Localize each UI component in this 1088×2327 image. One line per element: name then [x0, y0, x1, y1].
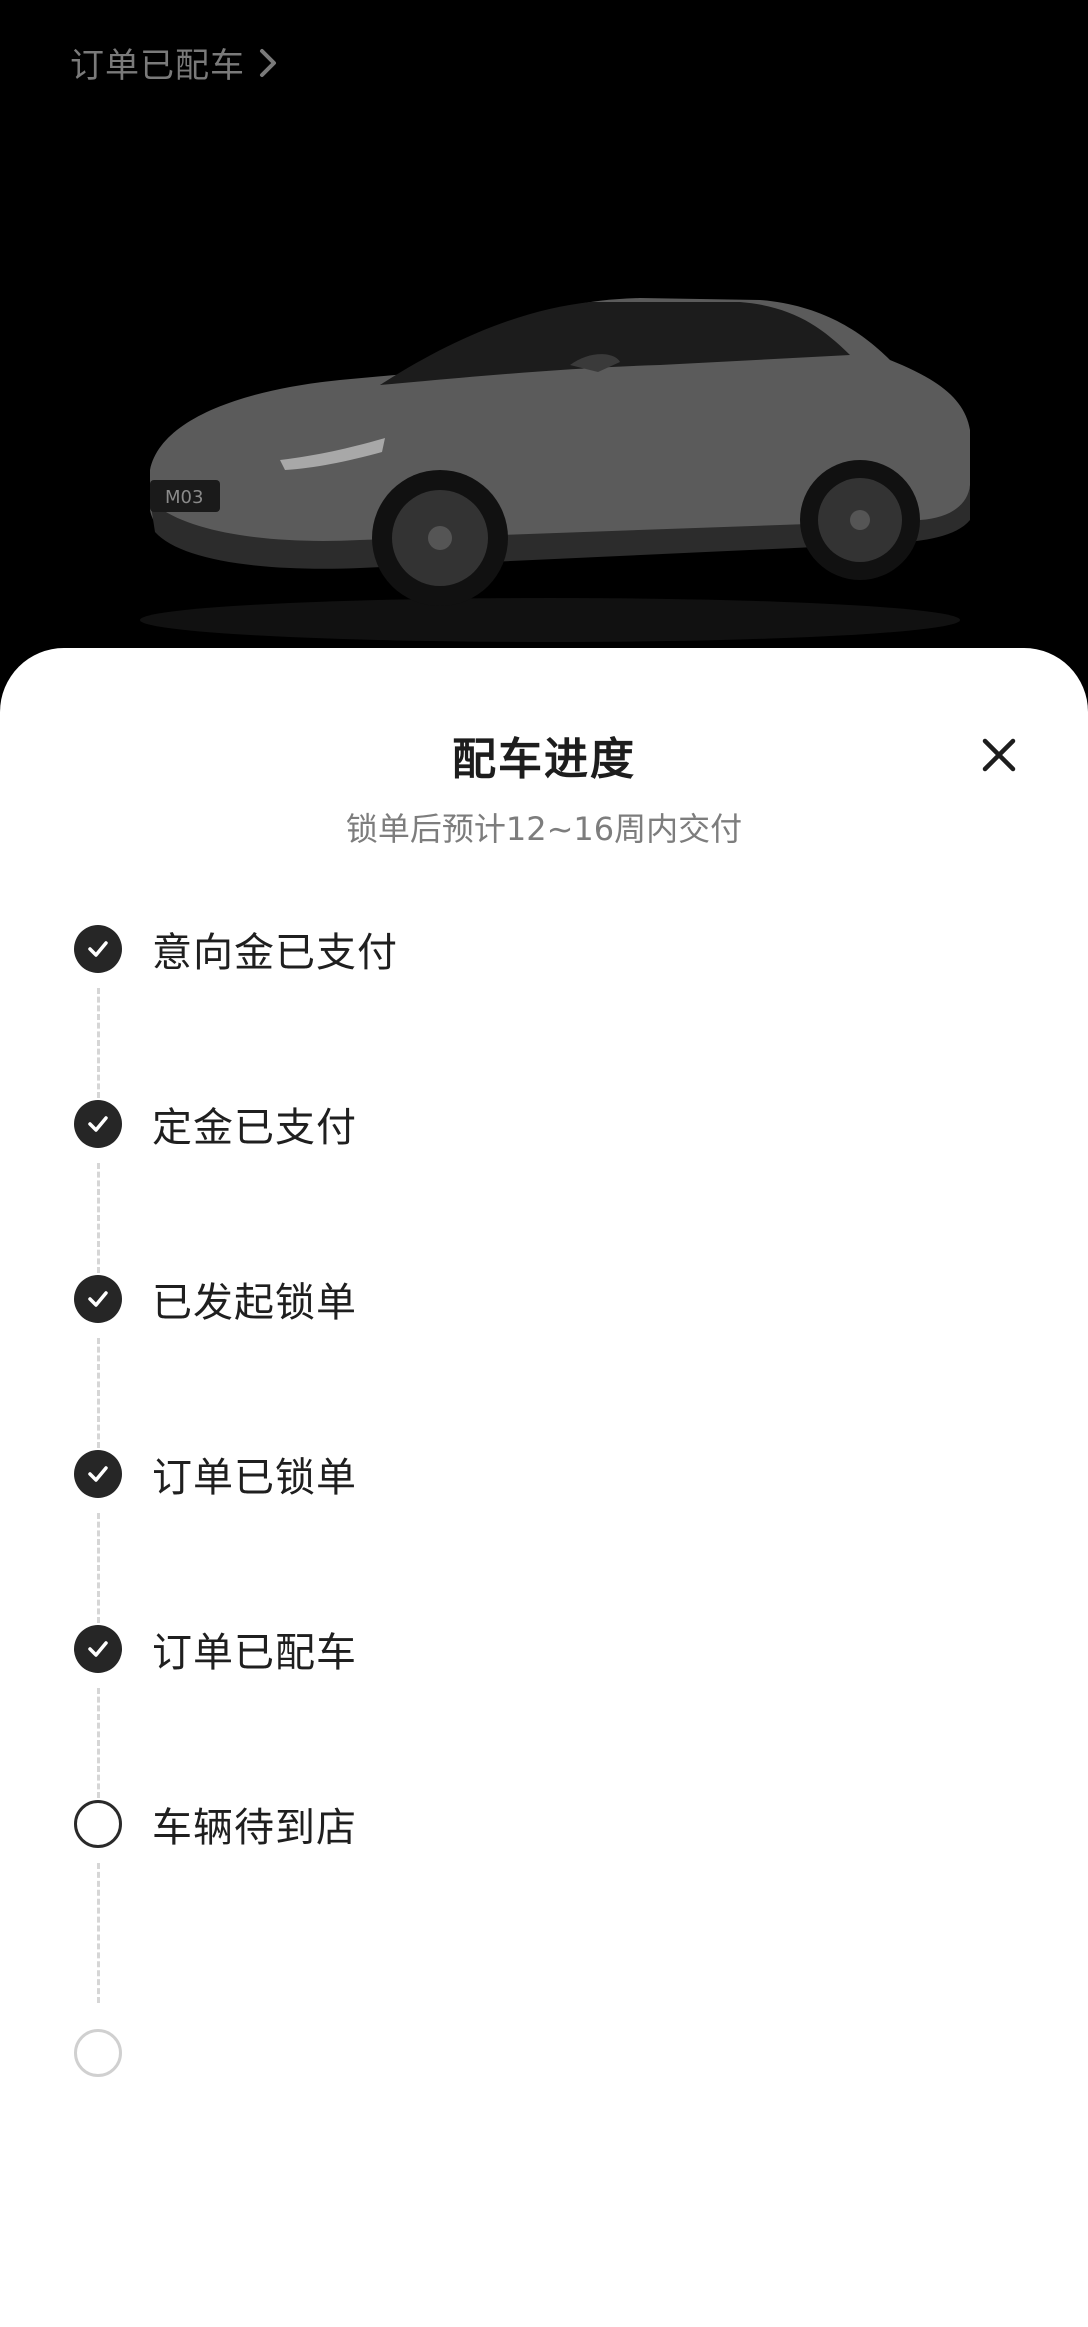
step-label: 订单已配车: [152, 1630, 357, 1676]
timeline-connector: [97, 1163, 100, 1273]
empty-circle-icon: [74, 1800, 122, 1848]
breadcrumb[interactable]: 订单已配车: [70, 38, 281, 87]
check-circle-icon: [74, 1450, 122, 1498]
progress-timeline: 意向金已支付 定金已支付 已发起锁单 订单已锁单 订单已配车 车辆待到店: [0, 648, 1088, 2327]
check-circle-icon: [74, 1625, 122, 1673]
breadcrumb-label: 订单已配车: [70, 46, 245, 86]
timeline-connector: [97, 1338, 100, 1448]
car-image: M03: [140, 298, 970, 642]
step-label: 已发起锁单: [152, 1280, 357, 1326]
empty-circle-icon: [74, 2029, 122, 2077]
timeline-step: 定金已支付: [74, 1099, 357, 1151]
timeline-connector: [97, 988, 100, 1098]
svg-text:M03: M03: [165, 487, 203, 508]
progress-sheet: 配车进度 锁单后预计12~16周内交付 意向金已支付 定金已支付 已发起锁单 订…: [0, 648, 1088, 2327]
step-label: 定金已支付: [152, 1105, 357, 1151]
check-circle-icon: [74, 1100, 122, 1148]
step-label: 意向金已支付: [152, 930, 398, 976]
step-label: 订单已锁单: [152, 1455, 357, 1501]
timeline-step: 已发起锁单: [74, 1274, 357, 1326]
timeline-step: 意向金已支付: [74, 924, 398, 976]
check-circle-icon: [74, 925, 122, 973]
step-label: 车辆待到店: [152, 1805, 357, 1851]
timeline-step: 车辆待到店: [74, 1799, 357, 1851]
timeline-connector: [97, 1863, 100, 2003]
chevron-right-icon: [260, 48, 276, 77]
timeline-connector: [97, 1513, 100, 1623]
timeline-step: [74, 2028, 152, 2078]
order-progress-screen: 订单已配车 M03 配车进度 锁单后预计12~16周内交付 意向金已支付 定金已…: [0, 0, 1088, 2327]
timeline-step: 订单已配车: [74, 1624, 357, 1676]
check-circle-icon: [74, 1275, 122, 1323]
timeline-step: 订单已锁单: [74, 1449, 357, 1501]
timeline-connector: [97, 1688, 100, 1798]
